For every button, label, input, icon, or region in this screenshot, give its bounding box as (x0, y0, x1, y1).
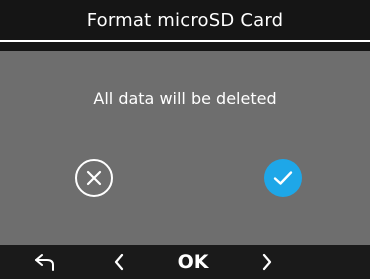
cancel-x-icon (86, 170, 102, 186)
next-button[interactable] (254, 245, 280, 279)
chevron-left-icon (113, 253, 125, 271)
bottom-nav-bar: OK (0, 245, 370, 279)
page-title: Format microSD Card (86, 9, 284, 31)
format-dialog: All data will be deleted (0, 51, 370, 245)
chevron-right-icon (261, 253, 273, 271)
header-gap (0, 42, 370, 51)
title-bar: Format microSD Card (0, 0, 370, 40)
cancel-button[interactable] (75, 159, 113, 197)
ok-button[interactable]: OK (168, 245, 218, 279)
warning-message: All data will be deleted (93, 89, 277, 108)
ok-label: OK (177, 251, 209, 273)
previous-button[interactable] (106, 245, 132, 279)
back-arrow-icon (33, 252, 57, 272)
back-button[interactable] (30, 245, 60, 279)
confirm-button[interactable] (264, 159, 302, 197)
checkmark-icon (273, 170, 293, 186)
